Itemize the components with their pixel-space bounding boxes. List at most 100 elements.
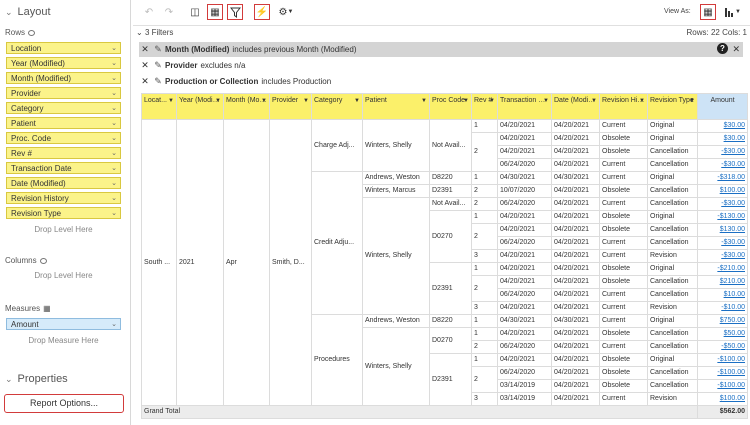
row-field-provider[interactable]: Provider ⌄ [6,87,121,99]
redo-icon[interactable]: ↷ [161,4,177,20]
amount-cell[interactable]: -$30.00 [697,197,748,211]
sort-arrow-icon[interactable]: ▼ [261,97,267,106]
sort-arrow-icon[interactable]: ▼ [689,97,695,106]
column-header[interactable]: Patient ▼ [362,93,430,120]
row-field-proc-code[interactable]: Proc. Code ⌄ [6,132,121,144]
filter-icon[interactable] [227,4,243,20]
flash-settings-icon[interactable]: ⚡ [254,4,270,20]
columns-drop-zone[interactable]: Drop Level Here [6,270,121,282]
grid-view-icon[interactable]: ▦ [700,4,716,20]
sort-arrow-icon[interactable]: ▼ [591,97,597,106]
sort-arrow-icon[interactable]: ▼ [421,97,427,106]
chevron-down-icon[interactable]: ⌄ [111,208,117,219]
report-options-button[interactable]: Report Options... [4,394,124,413]
chevron-down-icon[interactable]: ⌄ [111,58,117,69]
edit-filter-icon[interactable]: ✎ [151,74,165,89]
sort-arrow-icon[interactable]: ▼ [215,97,221,106]
gear-icon[interactable]: ⚙ ▼ [276,4,296,20]
amount-cell[interactable]: -$100.00 [697,353,748,367]
remove-filter-icon[interactable]: ✕ [139,42,151,57]
filter-row[interactable]: ✕ ✎ Provider excludes n/a [139,58,743,73]
amount-cell[interactable]: $30.00 [697,132,748,146]
column-header[interactable]: Month (Modifie...▼ [223,93,270,120]
layout-section-header[interactable]: ⌄ Layout [5,6,51,18]
row-field-revision-type[interactable]: Revision Type ⌄ [6,207,121,219]
amount-cell[interactable]: -$130.00 [697,210,748,224]
sort-arrow-icon[interactable]: ▼ [489,97,495,106]
filters-toggle[interactable]: ⌄ 3 Filters [136,28,173,37]
chevron-down-icon[interactable]: ⌄ [111,319,117,330]
column-header[interactable]: Year (Modifi... ▼ [176,93,224,120]
amount-cell[interactable]: -$10.00 [697,301,748,315]
chart-view-icon[interactable]: ▼ [722,4,744,20]
column-header[interactable]: Category ▼ [311,93,363,120]
chevron-down-icon[interactable]: ⌄ [111,193,117,204]
row-field-category[interactable]: Category ⌄ [6,102,121,114]
amount-cell[interactable]: -$100.00 [697,366,748,380]
row-field-location[interactable]: Location ⌄ [6,42,121,54]
grid-layout-icon[interactable]: ▦ [207,4,223,20]
chevron-down-icon[interactable]: ⌄ [111,133,117,144]
measure-field-amount[interactable]: Amount ⌄ [6,318,121,330]
column-header[interactable]: Rev # ▼ [471,93,498,120]
sort-arrow-icon[interactable]: ▼ [639,97,645,106]
amount-cell[interactable]: $100.00 [697,392,748,406]
amount-cell[interactable]: -$30.00 [697,236,748,250]
edit-filter-icon[interactable]: ✎ [151,42,165,57]
chevron-down-icon[interactable]: ⌄ [111,118,117,129]
filter-row[interactable]: ✕ ✎ Month (Modified) includes previous M… [139,42,743,57]
amount-cell[interactable]: $210.00 [697,275,748,289]
row-field-revision-history[interactable]: Revision History ⌄ [6,192,121,204]
amount-cell[interactable]: -$318.00 [697,171,748,185]
row-field-month-modified[interactable]: Month (Modified) ⌄ [6,72,121,84]
chevron-down-icon[interactable]: ⌄ [111,178,117,189]
amount-cell[interactable]: $10.00 [697,288,748,302]
sort-arrow-icon[interactable]: ▼ [543,97,549,106]
row-field-year-modified[interactable]: Year (Modified) ⌄ [6,57,121,69]
layout-panel-icon[interactable]: ◫ [187,4,203,20]
properties-section-header[interactable]: ⌄ Properties [5,373,68,385]
column-header[interactable]: Provider ▼ [269,93,312,120]
column-header[interactable]: Proc Code ▼ [429,93,472,120]
help-icon[interactable]: ? [717,43,728,54]
sort-arrow-icon[interactable]: ▼ [303,97,309,106]
amount-cell[interactable]: -$100.00 [697,379,748,393]
sort-arrow-icon[interactable]: ▼ [168,97,174,106]
column-header[interactable]: Revision History▼ [599,93,648,120]
rows-drop-zone[interactable]: Drop Level Here [6,224,121,236]
remove-filter-icon[interactable]: ✕ [139,58,151,73]
sort-arrow-icon[interactable]: ▼ [354,97,360,106]
row-field-patient[interactable]: Patient ⌄ [6,117,121,129]
chevron-down-icon[interactable]: ⌄ [111,88,117,99]
amount-cell[interactable]: -$30.00 [697,249,748,263]
column-header[interactable]: Revision Type ▼ [647,93,698,120]
amount-cell[interactable]: $750.00 [697,314,748,328]
measures-drop-zone[interactable]: Drop Measure Here [6,335,121,347]
edit-filter-icon[interactable]: ✎ [151,58,165,73]
amount-cell[interactable]: -$50.00 [697,340,748,354]
column-header[interactable]: Amount [697,93,748,120]
chevron-down-icon[interactable]: ⌄ [111,43,117,54]
row-field-rev[interactable]: Rev # ⌄ [6,147,121,159]
column-header[interactable]: Date (Modified) ▼ [551,93,600,120]
close-icon[interactable]: ✕ [732,42,740,57]
chevron-down-icon[interactable]: ⌄ [111,148,117,159]
amount-cell[interactable]: $30.00 [697,119,748,133]
sort-arrow-icon[interactable]: ▼ [463,97,469,106]
amount-cell[interactable]: $50.00 [697,327,748,341]
row-field-transaction-date[interactable]: Transaction Date ⌄ [6,162,121,174]
row-field-date-modified[interactable]: Date (Modified) ⌄ [6,177,121,189]
chevron-down-icon[interactable]: ⌄ [111,73,117,84]
chevron-down-icon[interactable]: ⌄ [111,163,117,174]
remove-filter-icon[interactable]: ✕ [139,74,151,89]
amount-cell[interactable]: -$30.00 [697,158,748,172]
amount-cell[interactable]: $100.00 [697,184,748,198]
chevron-down-icon[interactable]: ⌄ [111,103,117,114]
undo-icon[interactable]: ↶ [141,4,157,20]
column-header[interactable]: Locat... ▼ [141,93,177,120]
filter-row[interactable]: ✕ ✎ Production or Collection includes Pr… [139,74,743,89]
amount-cell[interactable]: $130.00 [697,223,748,237]
amount-cell[interactable]: -$210.00 [697,262,748,276]
amount-cell[interactable]: -$30.00 [697,145,748,159]
column-header[interactable]: Transaction Date ▼ [497,93,552,120]
